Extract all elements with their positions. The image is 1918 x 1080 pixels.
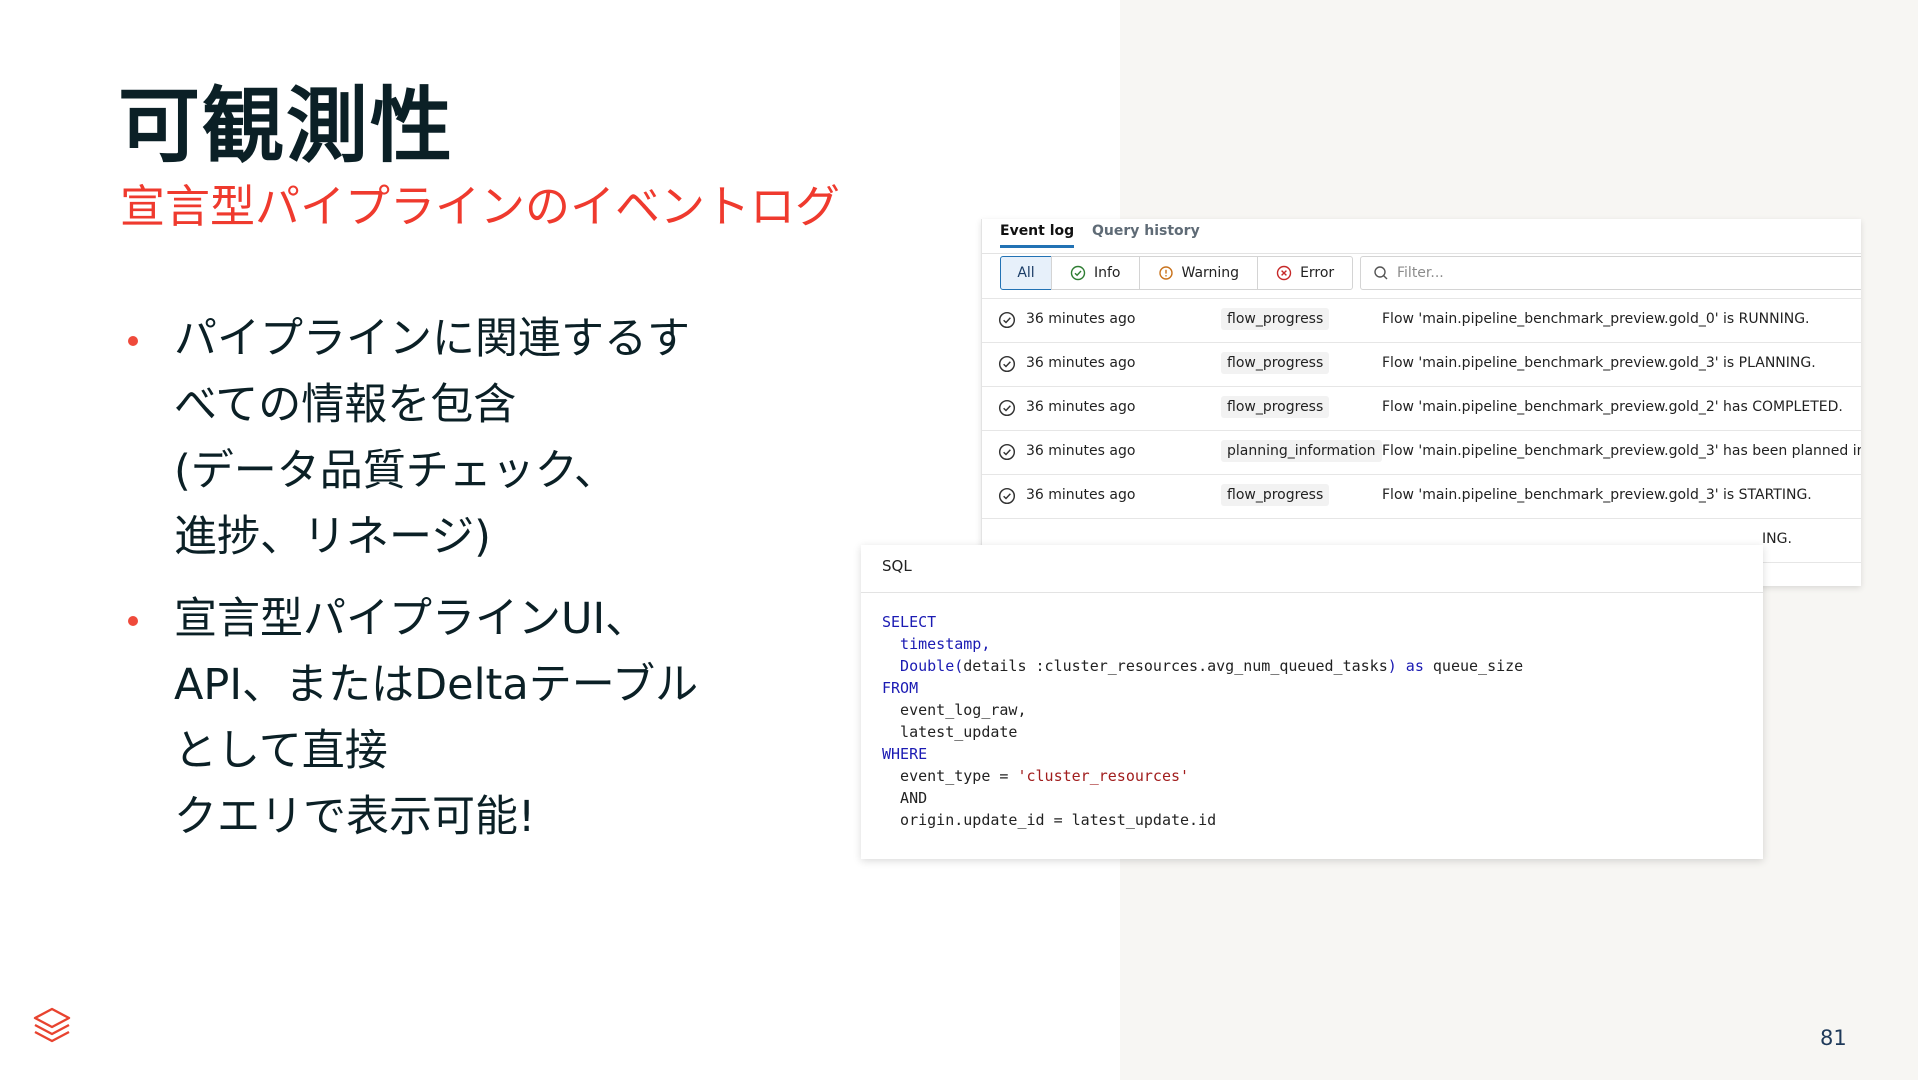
row-message: Flow 'main.pipeline_benchmark_preview.go…: [1382, 443, 1861, 459]
bullet-line: 進捗、リネージ): [174, 512, 491, 562]
code-line: latest_update: [882, 721, 1523, 743]
divider: [861, 592, 1763, 593]
event-log-panel: Event log Query history All Info Warning…: [981, 219, 1861, 586]
code-token: details :cluster_resources.avg_num_queue…: [963, 657, 1388, 675]
row-time: 36 minutes ago: [1026, 355, 1136, 371]
table-row[interactable]: 36 minutes ago flow_progress Flow 'main.…: [982, 474, 1861, 519]
bullet-line: べての情報を包含: [174, 380, 517, 430]
row-type: planning_information: [1221, 440, 1382, 462]
bullet-line: 宣言型パイプラインUI、: [174, 594, 649, 644]
table-row[interactable]: 36 minutes ago flow_progress Flow 'main.…: [982, 386, 1861, 431]
code-token: origin.update_id = latest_update.id: [882, 811, 1217, 829]
code-token: event_log_raw,: [882, 701, 1027, 719]
row-type: flow_progress: [1221, 308, 1330, 330]
row-message: ING.: [1762, 531, 1792, 547]
row-time: 36 minutes ago: [1026, 399, 1136, 415]
code-token: 'cluster_resources': [1017, 767, 1190, 785]
tab-query-history[interactable]: Query history: [1092, 223, 1200, 239]
code-token: Double(: [882, 657, 964, 675]
code-line: WHERE: [882, 743, 1523, 765]
databricks-logo-icon: [33, 1007, 71, 1043]
row-time: 36 minutes ago: [1026, 443, 1136, 459]
code-token: WHERE: [882, 745, 928, 763]
check-circle-icon: [998, 399, 1016, 417]
row-time: 36 minutes ago: [1026, 487, 1136, 503]
bullet-text: 宣言型パイプラインUI、 API、またはDeltaテーブル として直接 クエリで…: [174, 586, 698, 850]
code-token: SELECT: [882, 613, 937, 631]
page-number: 81: [1820, 1026, 1847, 1050]
tab-event-log[interactable]: Event log: [1000, 223, 1075, 248]
bullet-item: 宣言型パイプラインUI、 API、またはDeltaテーブル として直接 クエリで…: [128, 586, 748, 850]
code-line: origin.update_id = latest_update.id: [882, 809, 1523, 831]
table-row[interactable]: 36 minutes ago flow_progress Flow 'main.…: [982, 298, 1861, 343]
code-line: FROM: [882, 677, 1523, 699]
code-line: AND: [882, 787, 1523, 809]
code-token: FROM: [882, 679, 919, 697]
bullet-line: クエリで表示可能!: [174, 792, 536, 842]
bullet-dot: [128, 616, 138, 626]
code-token: queue_size: [1423, 657, 1524, 675]
table-row-partial: [982, 274, 1861, 299]
code-token: event_type =: [882, 767, 1018, 785]
slide-subtitle: 宣言型パイプラインのイベントログ: [120, 180, 841, 233]
row-message: Flow 'main.pipeline_benchmark_preview.go…: [1382, 311, 1810, 327]
row-type: flow_progress: [1221, 352, 1330, 374]
sql-code-block: SELECT timestamp, Double(details :cluste…: [882, 611, 1523, 831]
sql-panel: SQL SELECT timestamp, Double(details :cl…: [861, 545, 1763, 859]
sql-panel-title: SQL: [882, 557, 912, 575]
check-circle-icon: [998, 487, 1016, 505]
row-type: flow_progress: [1221, 484, 1330, 506]
row-message: Flow 'main.pipeline_benchmark_preview.go…: [1382, 487, 1812, 503]
table-row[interactable]: 36 minutes ago flow_progress Flow 'main.…: [982, 342, 1861, 387]
bullet-line: (データ品質チェック、: [174, 446, 617, 496]
code-token: ): [1387, 657, 1397, 675]
code-token: as: [1396, 657, 1424, 675]
check-circle-icon: [998, 355, 1016, 373]
check-circle-icon: [998, 443, 1016, 461]
code-line: timestamp,: [882, 633, 1523, 655]
slide-title: 可観測性: [118, 79, 455, 174]
bullet-line: パイプラインに関連するす: [174, 314, 690, 364]
code-line: SELECT: [882, 611, 1523, 633]
bullet-line: API、またはDeltaテーブル: [174, 660, 699, 710]
bullet-dot: [128, 336, 138, 346]
code-line: Double(details :cluster_resources.avg_nu…: [882, 655, 1523, 677]
code-token: latest_update: [882, 723, 1018, 741]
bullet-list: パイプラインに関連するす べての情報を包含 (データ品質チェック、 進捗、リネー…: [128, 306, 748, 866]
row-time: 36 minutes ago: [1026, 311, 1136, 327]
code-token: timestamp,: [882, 635, 991, 653]
row-message: Flow 'main.pipeline_benchmark_preview.go…: [1382, 399, 1843, 415]
bullet-line: として直接: [174, 726, 388, 776]
table-row[interactable]: 36 minutes ago planning_information Flow…: [982, 430, 1861, 475]
code-token: AND: [882, 789, 928, 807]
bullet-text: パイプラインに関連するす べての情報を包含 (データ品質チェック、 進捗、リネー…: [174, 306, 690, 570]
row-type: flow_progress: [1221, 396, 1330, 418]
code-line: event_log_raw,: [882, 699, 1523, 721]
bullet-item: パイプラインに関連するす べての情報を包含 (データ品質チェック、 進捗、リネー…: [128, 306, 748, 570]
row-message: Flow 'main.pipeline_benchmark_preview.go…: [1382, 355, 1816, 371]
event-log-tabs: Event log Query history: [982, 219, 1861, 254]
code-line: event_type = 'cluster_resources': [882, 765, 1523, 787]
check-circle-icon: [998, 311, 1016, 329]
